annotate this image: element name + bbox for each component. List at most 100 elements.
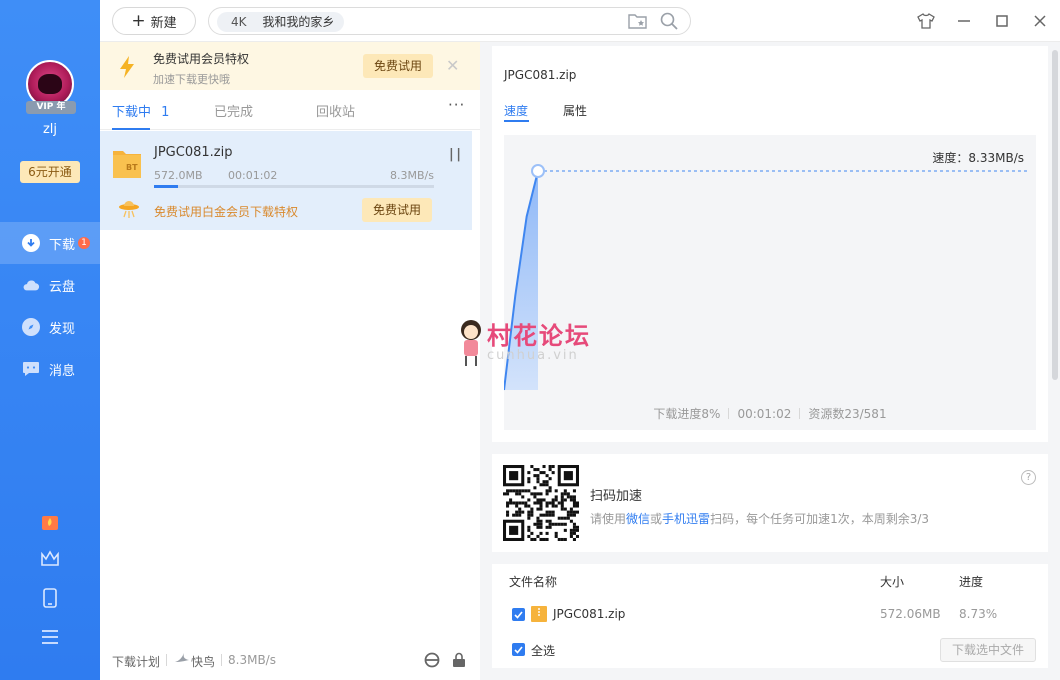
bird-icon (174, 652, 190, 669)
new-task-button[interactable]: + 新建 (112, 7, 196, 35)
qr-accelerate-card: 扫码加速 请使用微信或手机迅雷扫码，每个任务可加速1次，本周剩余3/3 ? (492, 454, 1048, 552)
file-checkbox[interactable] (512, 608, 525, 621)
tab-speed[interactable]: 速度 (504, 102, 528, 119)
sidebar-item-download[interactable]: 下载 1 (0, 222, 100, 264)
phone-icon[interactable] (40, 588, 60, 608)
active-tab-underline (504, 120, 529, 122)
lightning-icon (118, 55, 136, 82)
pause-icon[interactable]: | | (449, 147, 461, 162)
qr-desc-text: 或 (650, 512, 663, 526)
folder-star-icon[interactable] (628, 12, 648, 33)
column-header-name: 文件名称 (509, 575, 558, 589)
platinum-promo-text[interactable]: 免费试用白金会员下载特权 (154, 203, 298, 220)
watermark-mascot (456, 318, 486, 371)
ufo-icon (118, 199, 140, 222)
qr-title: 扫码加速 (590, 489, 643, 504)
download-count-badge: 1 (78, 237, 91, 249)
speed-chart: 速度：8.33MB/s 下载进度8% 00:01:02 资源数23/581 (503, 135, 1036, 430)
sidebar-item-discover[interactable]: 发现 (0, 306, 100, 348)
sidebar-item-label: 云盘 (49, 279, 76, 295)
download-size: 572.0MB (154, 169, 203, 182)
qr-desc-text: 请使用 (590, 512, 627, 526)
stat-time: 00:01:02 (737, 407, 792, 421)
lock-icon[interactable] (452, 652, 466, 671)
plus-icon: + (131, 10, 146, 31)
compass-icon (22, 318, 40, 336)
search-tag-resolution: 4K (231, 15, 247, 29)
column-header-progress: 进度 (959, 575, 984, 589)
file-row-progress: 8.73% (959, 607, 998, 621)
tab-label: 下载中 (112, 105, 152, 120)
more-options-button[interactable]: ··· (448, 96, 465, 114)
tab-properties[interactable]: 属性 (563, 102, 587, 119)
topbar: + 新建 4K 我和我的家乡 (100, 0, 1060, 42)
promo-subtitle: 加速下载更快哦 (153, 73, 230, 86)
download-tabs: 下载中 1 已完成 回收站 ··· (100, 90, 480, 130)
sidebar-item-label: 消息 (49, 363, 76, 379)
vip-badge: VIP 年 (26, 101, 76, 114)
help-icon[interactable]: ? (1021, 470, 1036, 485)
download-icon (22, 234, 40, 252)
select-all-checkbox[interactable] (512, 643, 525, 656)
tab-downloading[interactable]: 下载中 1 (112, 101, 169, 120)
current-speed-point (531, 164, 545, 178)
download-list-item[interactable]: BT JPGC081.zip | | 572.0MB 00:01:02 8.3M… (100, 131, 472, 230)
free-trial-button[interactable]: 免费试用 (363, 54, 434, 78)
browser-icon[interactable] (424, 652, 440, 671)
sidebar-item-cloud[interactable]: 云盘 (0, 264, 100, 306)
speed-readout: 速度：8.33MB/s (932, 151, 1024, 165)
qr-desc-text: 扫码，每个任务可加速1次，本周剩余3/3 (710, 512, 930, 526)
search-tag-title: 我和我的家乡 (262, 15, 335, 29)
chart-stats: 下载进度8% 00:01:02 资源数23/581 (504, 405, 1036, 422)
tab-completed[interactable]: 已完成 (214, 101, 253, 120)
close-icon[interactable] (1030, 11, 1050, 31)
column-header-size: 大小 (880, 575, 905, 589)
watermark-subtext: cunhua.vin (487, 348, 579, 363)
qr-description: 请使用微信或手机迅雷扫码，每个任务可加速1次，本周剩余3/3 (590, 510, 929, 527)
file-badge: BT (126, 163, 138, 172)
maximize-icon[interactable] (992, 11, 1012, 31)
total-speed: 8.3MB/s (228, 653, 276, 667)
status-bar: 下载计划 快鸟 8.3MB/s (100, 648, 480, 680)
accelerate-mode[interactable]: 快鸟 (191, 653, 215, 670)
divider (221, 654, 222, 666)
wechat-link[interactable]: 微信 (626, 512, 650, 526)
minimize-icon[interactable] (954, 11, 974, 31)
zip-file-icon (531, 606, 547, 625)
promo-title: 免费试用会员特权 (153, 52, 250, 66)
task-detail-card: JPGC081.zip 速度 属性 速度：8.33MB/s 下载进度8% 00:0… (492, 46, 1048, 442)
search-input[interactable]: 4K 我和我的家乡 (208, 7, 691, 35)
gift-icon[interactable] (40, 512, 60, 532)
speed-chart-svg (503, 164, 1028, 391)
tab-recycle-bin[interactable]: 回收站 (316, 101, 355, 120)
select-all-label[interactable]: 全选 (531, 642, 555, 659)
crown-icon[interactable] (40, 549, 60, 569)
stat-progress: 下载进度8% (653, 407, 721, 421)
username[interactable]: zlj (0, 122, 100, 137)
menu-icon[interactable] (40, 627, 60, 647)
sidebar: VIP 年 zlj 6元开通 下载 1 云盘 发现 消息 (0, 0, 100, 680)
new-task-label: 新建 (150, 15, 177, 31)
active-tab-underline (112, 128, 150, 130)
mobile-thunder-link[interactable]: 手机迅雷 (662, 512, 710, 526)
qr-code[interactable] (503, 465, 579, 541)
scrollbar[interactable] (1050, 42, 1060, 680)
open-vip-button[interactable]: 6元开通 (20, 161, 80, 183)
divider (166, 654, 167, 666)
search-icon[interactable] (660, 12, 678, 33)
sidebar-item-messages[interactable]: 消息 (0, 348, 100, 390)
tab-count: 1 (161, 105, 170, 120)
cloud-icon (22, 276, 40, 294)
bt-file-icon: BT (112, 147, 142, 179)
free-trial-button[interactable]: 免费试用 (362, 198, 433, 222)
download-selected-button[interactable]: 下载选中文件 (940, 638, 1036, 662)
close-icon[interactable]: ✕ (446, 56, 459, 75)
file-row-name: JPGC081.zip (553, 607, 626, 621)
skin-icon[interactable] (916, 11, 936, 31)
scrollbar-thumb[interactable] (1052, 50, 1058, 380)
message-icon (22, 360, 40, 378)
download-file-name: JPGC081.zip (154, 145, 233, 160)
download-plan-button[interactable]: 下载计划 (112, 653, 160, 670)
search-suggestion-tag[interactable]: 4K 我和我的家乡 (217, 12, 345, 32)
file-row-size: 572.06MB (880, 607, 941, 621)
